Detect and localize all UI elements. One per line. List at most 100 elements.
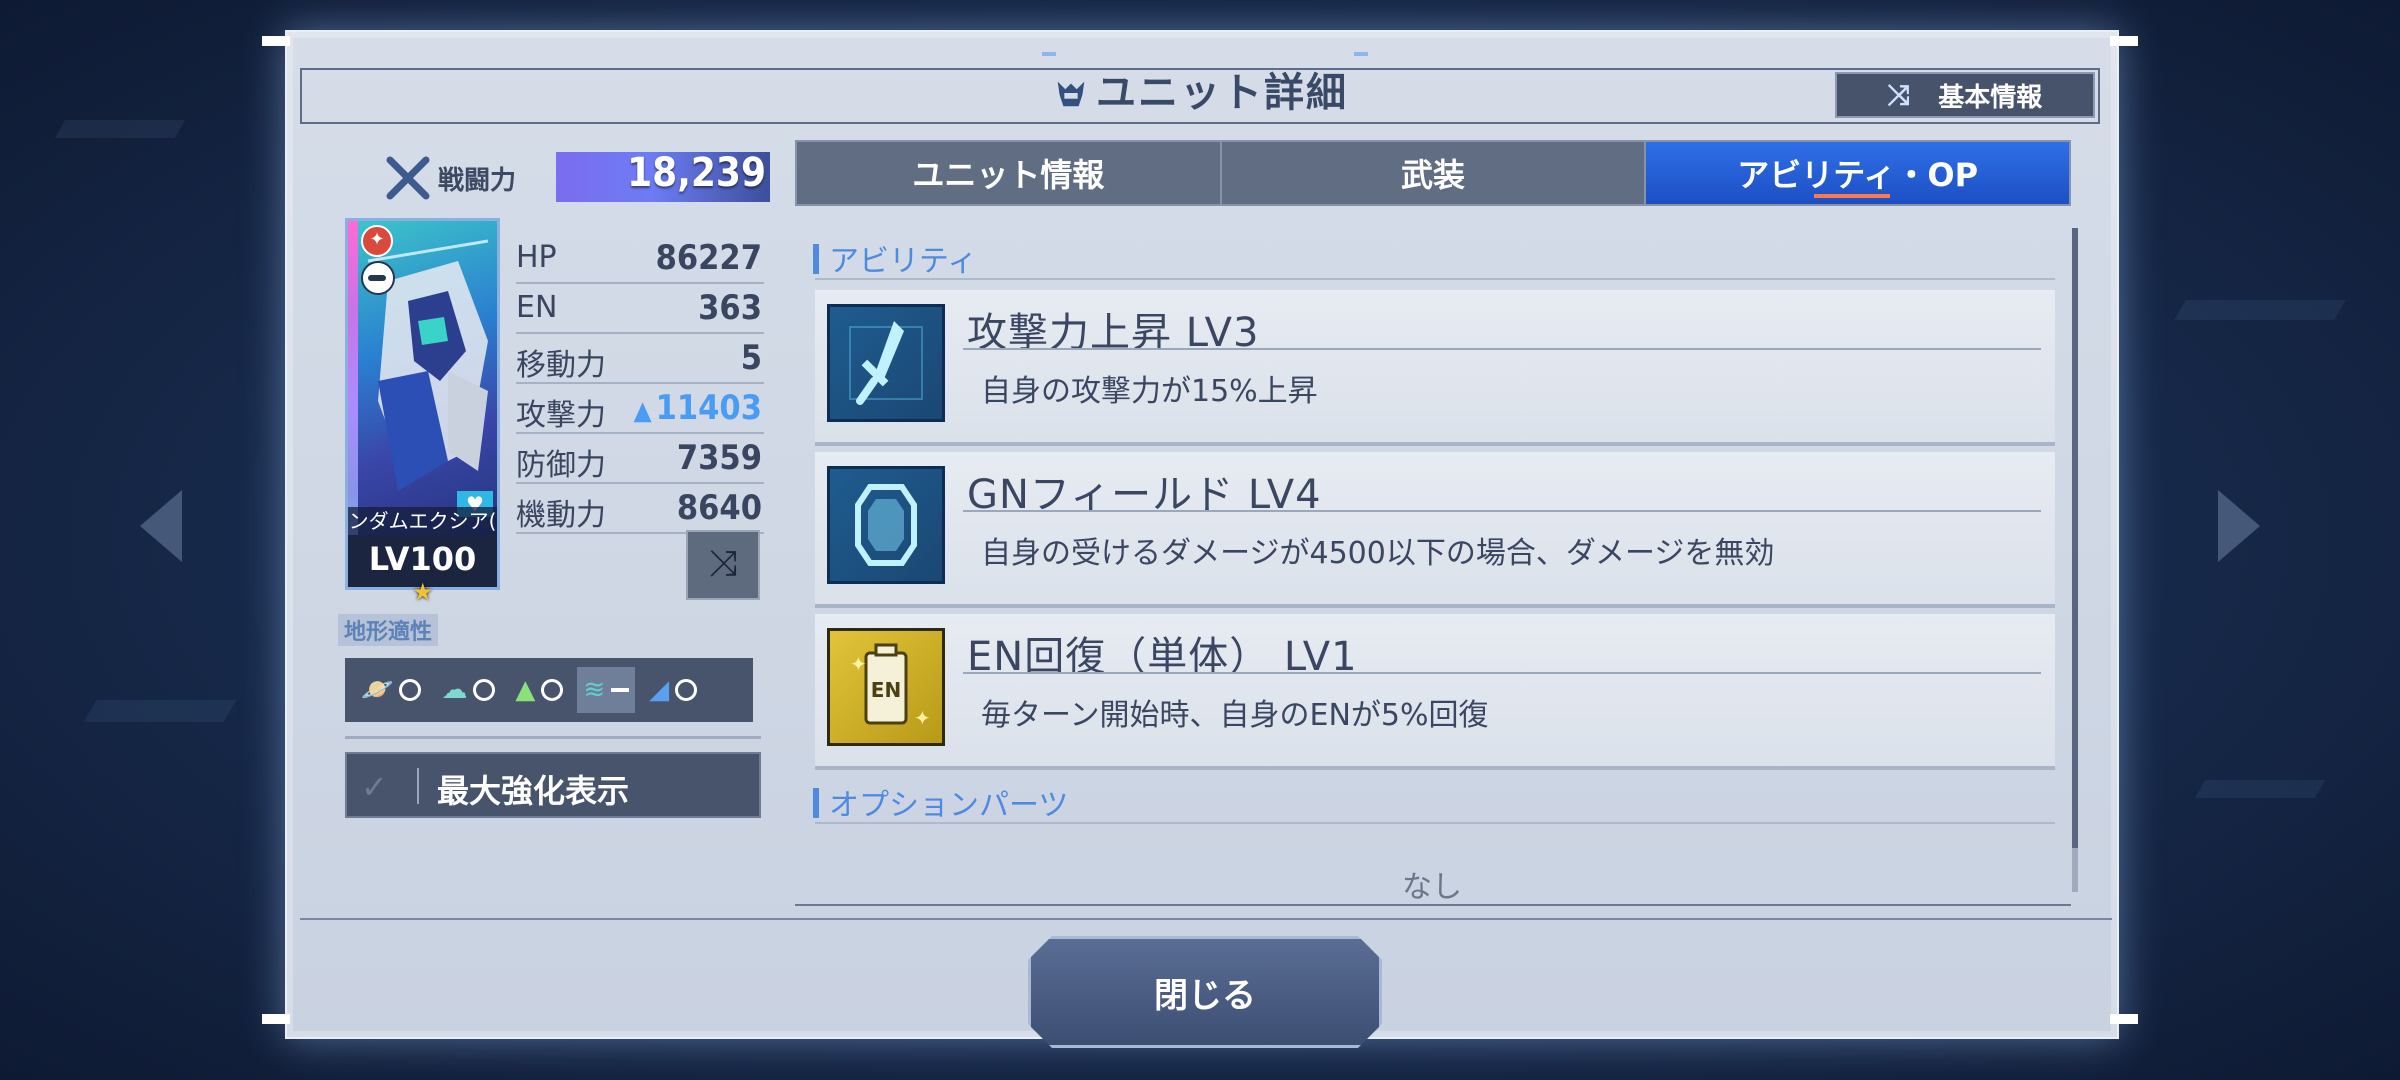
ability-description: 自身の攻撃力が15%上昇 bbox=[981, 374, 1318, 409]
stat-label: EN bbox=[516, 290, 558, 325]
frame-corner bbox=[262, 1014, 290, 1024]
terrain-aptitude-box: 🪐 ☁ ▲ ≋ ◢ bbox=[345, 658, 753, 722]
terrain-land: ▲ bbox=[509, 667, 569, 713]
en-battery-icon: EN ✦ ✦ bbox=[827, 628, 945, 746]
stat-value: 363 bbox=[698, 288, 762, 328]
basic-info-label: 基本情報 bbox=[1938, 82, 2043, 113]
stat-value: 5 bbox=[740, 338, 762, 378]
stat-label: 攻撃力 bbox=[516, 398, 606, 433]
ability-divider bbox=[963, 510, 2041, 512]
crossed-swords-icon bbox=[386, 156, 430, 200]
shuffle-button[interactable]: ⤨ bbox=[686, 530, 760, 600]
stat-label: 防御力 bbox=[516, 448, 606, 483]
close-label: 閉じる bbox=[1154, 975, 1256, 1016]
next-unit-arrow-icon[interactable] bbox=[2218, 490, 2260, 562]
stat-label: 機動力 bbox=[516, 498, 606, 533]
basic-info-button[interactable]: ⤨ 基本情報 bbox=[1835, 72, 2095, 118]
stat-value: 11403 bbox=[655, 388, 762, 428]
shuffle-icon: ⤨ bbox=[708, 543, 738, 584]
unit-name: ンダムエクシア( bbox=[348, 507, 497, 535]
stat-value: 8640 bbox=[676, 488, 762, 528]
ability-description: 自身の受けるダメージが4500以下の場合、ダメージを無効 bbox=[981, 536, 1775, 571]
stat-attack: 攻撃力 ▲ 11403 bbox=[516, 384, 764, 434]
land-icon: ▲ bbox=[515, 675, 536, 705]
background-streak bbox=[83, 700, 237, 722]
stat-hp: HP 86227 bbox=[516, 234, 764, 284]
empty-text: なし bbox=[1402, 870, 1462, 905]
star-icon: ★ bbox=[412, 578, 434, 606]
divider bbox=[417, 768, 419, 804]
gundam-head-icon bbox=[1057, 81, 1085, 107]
max-enhance-label: 最大強化表示 bbox=[437, 772, 630, 810]
terrain-water: ≋ bbox=[577, 667, 636, 713]
tab-label: ユニット情報 bbox=[912, 156, 1105, 194]
terrain-label: 地形適性 bbox=[338, 614, 439, 646]
frame-corner bbox=[2110, 36, 2138, 46]
ability-divider bbox=[963, 348, 2041, 350]
max-enhance-toggle[interactable]: ✓ 最大強化表示 bbox=[345, 752, 761, 818]
stat-mobility: 機動力 8640 bbox=[516, 484, 764, 534]
grade-circle-icon bbox=[675, 679, 698, 701]
air-icon: ☁ bbox=[441, 675, 468, 705]
checkbox-icon[interactable]: ✓ bbox=[361, 768, 388, 806]
option-parts-section-header: オプションパーツ bbox=[812, 780, 1068, 824]
tab-label: アビリティ・OP bbox=[1737, 156, 1979, 194]
divider bbox=[345, 736, 761, 739]
frame-title-underline bbox=[300, 122, 2100, 124]
stats-list: HP 86227 EN 363 移動力 5 攻撃力 ▲ 11403 防御力 735… bbox=[516, 234, 764, 534]
stat-value: 7359 bbox=[676, 438, 762, 478]
shuffle-icon: ⤨ bbox=[1887, 78, 1911, 111]
stat-en: EN 363 bbox=[516, 284, 764, 334]
tab-unit-info[interactable]: ユニット情報 bbox=[797, 142, 1222, 204]
shield-icon bbox=[827, 466, 945, 584]
ability-description: 毎ターン開始時、自身のENが5%回復 bbox=[981, 698, 1489, 733]
tab-weapons[interactable]: 武装 bbox=[1222, 142, 1647, 204]
terrain-space: 🪐 bbox=[355, 667, 427, 713]
sword-icon bbox=[827, 304, 945, 422]
role-badge-icon bbox=[361, 261, 395, 295]
section-divider bbox=[815, 278, 2055, 280]
ability-section-header: アビリティ bbox=[812, 236, 977, 280]
active-tab-underline bbox=[1814, 194, 1891, 198]
grade-circle-icon bbox=[399, 679, 422, 701]
boost-up-arrow-icon: ▲ bbox=[633, 396, 652, 426]
underground-icon: ◢ bbox=[649, 675, 670, 705]
svg-text:✦: ✦ bbox=[914, 706, 931, 730]
close-button[interactable]: 閉じる bbox=[1028, 936, 1382, 1048]
grade-circle-icon bbox=[473, 679, 496, 701]
ability-card: 攻撃力上昇 LV3 自身の攻撃力が15%上昇 bbox=[815, 290, 2055, 446]
background-streak bbox=[2174, 300, 2346, 320]
close-button-decoration bbox=[1354, 52, 1368, 56]
frame-corner bbox=[262, 36, 290, 46]
attack-type-badge-icon: ✦ bbox=[361, 225, 393, 257]
background-streak bbox=[54, 120, 186, 138]
bottom-frame-line bbox=[300, 918, 2112, 920]
section-divider bbox=[815, 822, 2055, 824]
stat-value: 86227 bbox=[655, 238, 762, 278]
tab-bar: ユニット情報 武装 アビリティ・OP bbox=[795, 140, 2071, 206]
scrollbar-thumb[interactable] bbox=[2072, 228, 2078, 848]
combat-power-value: 18,239 bbox=[627, 150, 766, 196]
space-icon: 🪐 bbox=[361, 675, 394, 705]
combat-power-label: 戦闘力 bbox=[438, 166, 517, 196]
background-streak bbox=[2194, 780, 2326, 798]
close-button-decoration bbox=[1042, 52, 1056, 56]
grade-dash-icon bbox=[611, 688, 630, 692]
stat-value-boosted: ▲ 11403 bbox=[634, 388, 762, 428]
ability-divider bbox=[963, 672, 2041, 674]
frame-corner bbox=[2110, 1014, 2138, 1024]
svg-text:✦: ✦ bbox=[850, 652, 867, 676]
terrain-air: ☁ bbox=[435, 667, 501, 713]
tab-ability-op[interactable]: アビリティ・OP bbox=[1646, 142, 2070, 204]
tab-label: 武装 bbox=[1401, 156, 1466, 194]
ability-card: GNフィールド LV4 自身の受けるダメージが4500以下の場合、ダメージを無効 bbox=[815, 452, 2055, 608]
grade-circle-icon bbox=[541, 679, 564, 701]
stat-label: 移動力 bbox=[516, 348, 606, 383]
stat-label: HP bbox=[516, 240, 557, 275]
water-icon: ≋ bbox=[583, 675, 606, 705]
ability-card: EN ✦ ✦ EN回復（単体） LV1 毎ターン開始時、自身のENが5%回復 bbox=[815, 614, 2055, 770]
stat-movement: 移動力 5 bbox=[516, 334, 764, 384]
terrain-underground: ◢ bbox=[643, 667, 703, 713]
unit-card[interactable]: ✦ ♥ ンダムエクシア( LV100 bbox=[345, 218, 500, 590]
previous-unit-arrow-icon[interactable] bbox=[140, 490, 182, 562]
